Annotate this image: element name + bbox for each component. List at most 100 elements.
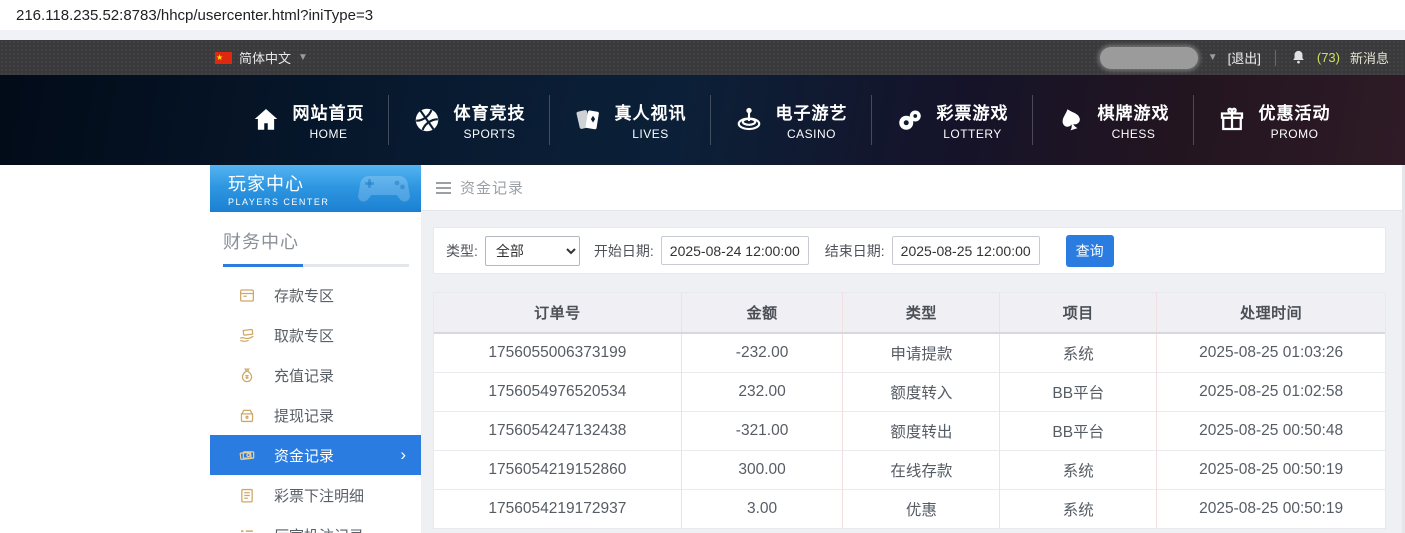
chevron-right-icon: › — [400, 445, 406, 465]
sidebar-menu: 存款专区 取款专区 充值记录 — [210, 267, 421, 533]
sidebar-item-label: 存款专区 — [274, 285, 334, 306]
nav-item-lottery[interactable]: 彩票游戏 LOTTERY — [871, 95, 1032, 145]
nav-label-en: SPORTS — [454, 127, 526, 141]
col-header-time: 处理时间 — [1157, 293, 1385, 333]
lottery-detail-icon — [237, 486, 257, 505]
cell-type: 额度转出 — [843, 411, 1000, 450]
nav-label-zh: 优惠活动 — [1259, 99, 1331, 124]
nav-label-zh: 真人视讯 — [615, 99, 687, 124]
finance-section-title: 财务中心 — [210, 212, 421, 264]
notification-bell-icon[interactable] — [1290, 49, 1307, 66]
sidebar-item-hall-bets[interactable]: 厅室投注记录 — [210, 515, 421, 533]
hall-bets-icon — [237, 526, 257, 533]
account-actions: ▼ [退出] (73) 新消息 — [1100, 47, 1389, 69]
funds-table: 订单号 金额 类型 项目 处理时间 1756055006373199 -232.… — [434, 293, 1385, 528]
new-messages-link[interactable]: 新消息 — [1350, 48, 1389, 67]
sidebar-item-label: 充值记录 — [274, 365, 334, 386]
china-flag-icon: ★ — [215, 52, 232, 64]
nav-label-en: PROMO — [1259, 127, 1331, 141]
nav-label-en: LIVES — [615, 127, 687, 141]
nav-item-lives[interactable]: 真人视讯 LIVES — [549, 95, 710, 145]
cell-type: 额度转入 — [843, 372, 1000, 411]
main-nav: 网站首页 HOME 体育竞技 SPORTS 真人视讯 LIVES — [0, 75, 1405, 165]
chevron-down-icon: ▼ — [298, 52, 308, 63]
cell-amount: -232.00 — [681, 333, 843, 372]
sidebar-item-label: 资金记录 — [274, 445, 334, 466]
content-area: 资金记录 类型: 全部 开始日期: 结束日期: 查询 — [421, 165, 1405, 533]
gamepad-icon — [357, 173, 411, 205]
cell-time: 2025-08-25 00:50:19 — [1157, 450, 1385, 489]
nav-item-sports[interactable]: 体育竞技 SPORTS — [388, 95, 549, 145]
cell-time: 2025-08-25 00:50:48 — [1157, 411, 1385, 450]
sports-ball-icon — [412, 105, 442, 135]
cell-order-no: 1756054247132438 — [434, 411, 681, 450]
content-body: 类型: 全部 开始日期: 结束日期: 查询 订单号 — [421, 211, 1402, 529]
start-date-input[interactable] — [661, 236, 809, 265]
breadcrumb: 资金记录 — [421, 165, 1402, 211]
nav-item-promo[interactable]: 优惠活动 PROMO — [1193, 95, 1354, 145]
cell-amount: 300.00 — [681, 450, 843, 489]
cell-order-no: 1756054219172937 — [434, 489, 681, 528]
col-header-amount: 金额 — [681, 293, 843, 333]
sidebar-item-label: 取款专区 — [274, 325, 334, 346]
nav-item-casino[interactable]: 电子游艺 CASINO — [710, 95, 871, 145]
spade-icon — [1056, 105, 1086, 135]
gift-icon — [1217, 105, 1247, 135]
language-selector[interactable]: ★ 简体中文 ▼ — [215, 48, 308, 67]
page-title: 资金记录 — [460, 177, 524, 198]
table-row: 1756054976520534 232.00 额度转入 BB平台 2025-0… — [434, 372, 1385, 411]
col-header-order-no: 订单号 — [434, 293, 681, 333]
sidebar-item-lottery-detail[interactable]: 彩票下注明细 — [210, 475, 421, 515]
cell-order-no: 1756055006373199 — [434, 333, 681, 372]
nav-label-zh: 电子游艺 — [776, 99, 848, 124]
playing-cards-icon — [573, 105, 603, 135]
sidebar-item-cashout-record[interactable]: 提现记录 — [210, 395, 421, 435]
nav-item-home[interactable]: 网站首页 HOME — [228, 95, 388, 145]
menu-toggle-icon[interactable] — [436, 182, 451, 194]
end-date-input[interactable] — [892, 236, 1040, 265]
col-header-project: 项目 — [1000, 293, 1157, 333]
logout-button[interactable]: [退出] — [1228, 48, 1261, 67]
message-count-badge[interactable]: (73) — [1317, 50, 1340, 65]
cell-order-no: 1756054976520534 — [434, 372, 681, 411]
type-select[interactable]: 全部 — [485, 236, 580, 266]
table-header-row: 订单号 金额 类型 项目 处理时间 — [434, 293, 1385, 333]
account-bar: ★ 简体中文 ▼ ▼ [退出] (73) 新消息 — [0, 40, 1405, 75]
cell-type: 申请提款 — [843, 333, 1000, 372]
page-url: 216.118.235.52:8783/hhcp/usercenter.html… — [16, 7, 373, 24]
username-redacted[interactable] — [1100, 47, 1198, 69]
nav-item-chess[interactable]: 棋牌游戏 CHESS — [1032, 95, 1193, 145]
table-row: 1756055006373199 -232.00 申请提款 系统 2025-08… — [434, 333, 1385, 372]
browser-address-bar[interactable]: 216.118.235.52:8783/hhcp/usercenter.html… — [0, 0, 1405, 30]
sidebar-item-label: 提现记录 — [274, 405, 334, 426]
recharge-record-icon — [237, 366, 257, 385]
cell-time: 2025-08-25 00:50:19 — [1157, 489, 1385, 528]
end-date-label: 结束日期: — [825, 241, 885, 261]
nav-label-zh: 网站首页 — [293, 99, 365, 124]
table-row: 1756054219172937 3.00 优惠 系统 2025-08-25 0… — [434, 489, 1385, 528]
col-header-type: 类型 — [843, 293, 1000, 333]
nav-label-zh: 棋牌游戏 — [1098, 99, 1170, 124]
chevron-down-icon[interactable]: ▼ — [1208, 52, 1218, 63]
deposit-icon — [237, 286, 257, 305]
cell-project: 系统 — [1000, 450, 1157, 489]
start-date-label: 开始日期: — [594, 241, 654, 261]
nav-label-en: CHESS — [1098, 127, 1170, 141]
roulette-icon — [734, 105, 764, 135]
funds-table-panel: 订单号 金额 类型 项目 处理时间 1756055006373199 -232.… — [433, 292, 1386, 529]
search-button[interactable]: 查询 — [1066, 235, 1114, 267]
sidebar-item-label: 厅室投注记录 — [274, 525, 364, 533]
cell-type: 优惠 — [843, 489, 1000, 528]
lottery-balls-icon — [895, 105, 925, 135]
cell-amount: 232.00 — [681, 372, 843, 411]
nav-label-zh: 彩票游戏 — [937, 99, 1009, 124]
table-row: 1756054247132438 -321.00 额度转出 BB平台 2025-… — [434, 411, 1385, 450]
cell-order-no: 1756054219152860 — [434, 450, 681, 489]
table-row: 1756054219152860 300.00 在线存款 系统 2025-08-… — [434, 450, 1385, 489]
sidebar-item-withdraw[interactable]: 取款专区 — [210, 315, 421, 355]
sidebar-item-funds-record[interactable]: 资金记录 › — [210, 435, 421, 475]
sidebar-item-recharge-record[interactable]: 充值记录 — [210, 355, 421, 395]
nav-label-en: CASINO — [776, 127, 848, 141]
divider — [1275, 50, 1276, 66]
sidebar-item-deposit[interactable]: 存款专区 — [210, 275, 421, 315]
